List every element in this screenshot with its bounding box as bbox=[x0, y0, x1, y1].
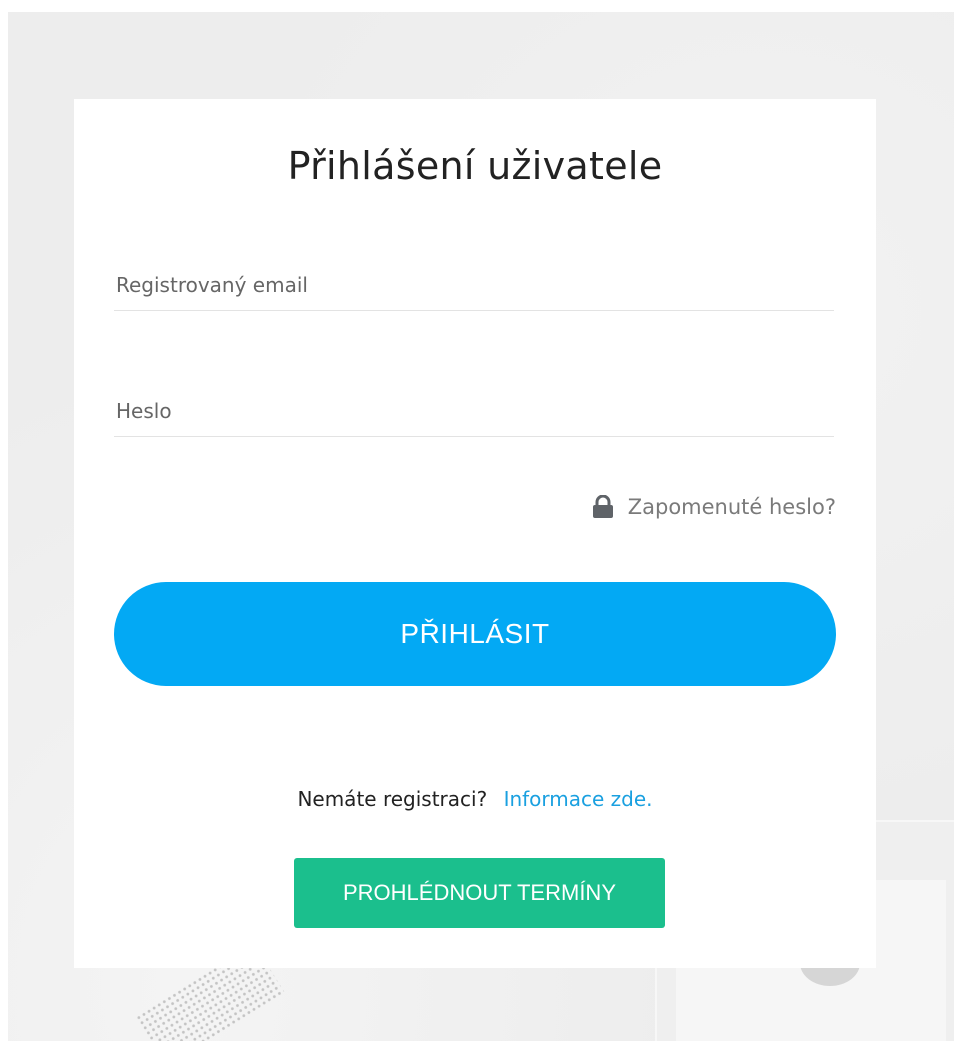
password-field-wrapper bbox=[114, 377, 834, 437]
lock-icon bbox=[592, 494, 614, 519]
register-prompt: Nemáte registraci? Informace zde. bbox=[74, 787, 876, 811]
email-input[interactable] bbox=[114, 251, 834, 310]
view-terms-button[interactable]: PROHLÉDNOUT TERMÍNY bbox=[294, 858, 665, 928]
login-title: Přihlášení uživatele bbox=[287, 144, 663, 188]
login-card: Přihlášení uživatele Zapomenuté heslo? P… bbox=[74, 99, 876, 968]
login-button[interactable]: PŘIHLÁSIT bbox=[114, 582, 836, 686]
register-info-link[interactable]: Informace zde. bbox=[504, 787, 653, 811]
forgot-password-label: Zapomenuté heslo? bbox=[627, 495, 836, 519]
register-text: Nemáte registraci? bbox=[297, 787, 488, 811]
background-left-edge bbox=[0, 0, 8, 1041]
password-input[interactable] bbox=[114, 377, 834, 436]
background-top-edge bbox=[0, 0, 954, 12]
forgot-password-link[interactable]: Zapomenuté heslo? bbox=[592, 494, 836, 519]
email-field-wrapper bbox=[114, 251, 834, 311]
